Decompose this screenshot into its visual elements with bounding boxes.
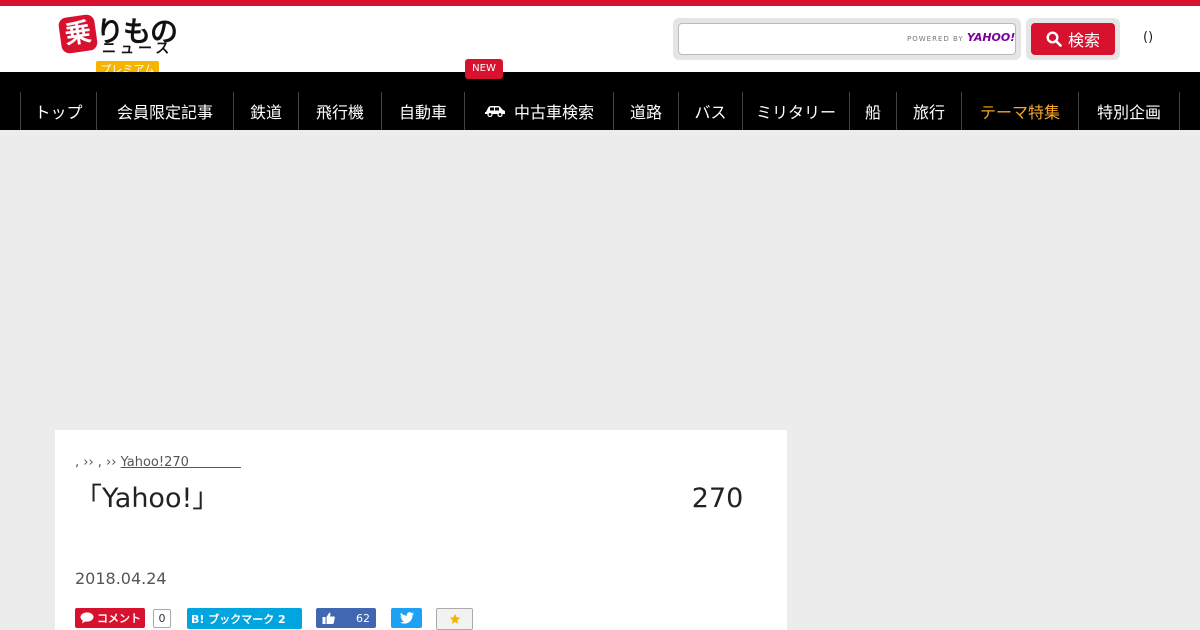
twitter-bird-icon xyxy=(399,612,414,624)
nav-item-themes[interactable]: テーマ特集 xyxy=(962,92,1079,130)
login-link[interactable]: () xyxy=(1143,30,1153,45)
car-icon xyxy=(484,106,505,117)
tweet-button[interactable] xyxy=(391,608,422,628)
thumbs-up-icon xyxy=(322,612,335,624)
comment-count: 0 xyxy=(153,609,171,628)
nav-item-label: 鉄道 xyxy=(249,103,282,122)
speech-bubble-icon xyxy=(80,612,94,624)
nav-item-label: トップ xyxy=(34,103,83,122)
like-count: 62 xyxy=(356,611,370,625)
nav-item-military[interactable]: ミリタリー xyxy=(743,92,850,130)
facebook-like-button[interactable]: 62 xyxy=(316,608,376,628)
powered-by-yahoo: POWERED BY YAHOO! xyxy=(907,31,1015,44)
new-badge: NEW xyxy=(465,59,503,79)
nav-item-label: ミリタリー xyxy=(755,103,836,122)
nav-item-label: 自動車 xyxy=(398,103,447,122)
yahoo-logo-text: YAHOO! xyxy=(966,31,1016,44)
nav-item-car[interactable]: 自動車 xyxy=(382,92,465,130)
comment-label: コメント xyxy=(97,612,141,625)
nav-item-travel[interactable]: 旅行 xyxy=(897,92,962,130)
nav-item-label: テーマ特集 xyxy=(979,103,1060,122)
article-card: , ›› , ›› Yahoo!270 「Yahoo!」 270 2018.04… xyxy=(55,430,787,630)
nav-item-label: 旅行 xyxy=(912,103,945,122)
nav-item-members[interactable]: 会員限定記事 xyxy=(97,92,234,130)
search-icon xyxy=(1046,31,1062,47)
logo-sub-text: ニュース xyxy=(102,41,174,57)
search-button-label: 検索 xyxy=(1067,31,1100,50)
breadcrumb-link[interactable]: Yahoo!270 xyxy=(121,455,241,470)
nav-item-label: 飛行機 xyxy=(315,103,364,122)
site-logo[interactable]: 乗 りもの ニュース xyxy=(57,10,188,66)
nav-item-top[interactable]: トップ xyxy=(20,92,97,130)
hatena-bookmark-button[interactable]: B! ブックマーク 2 xyxy=(187,608,302,629)
search-button[interactable]: 検索 xyxy=(1031,23,1115,55)
article-date: 2018.04.24 xyxy=(75,569,167,588)
logo-mark: 乗 xyxy=(57,13,99,55)
nav-item-label: 特別企画 xyxy=(1096,103,1161,122)
star-icon xyxy=(449,613,460,624)
hatena-bookmark-label: B! ブックマーク 2 xyxy=(191,612,286,626)
breadcrumb: , ›› , ›› Yahoo!270 xyxy=(75,451,241,470)
search-button-frame: 検索 xyxy=(1026,18,1120,60)
nav-item-road[interactable]: 道路 xyxy=(614,92,679,130)
nav-item-railway[interactable]: 鉄道 xyxy=(234,92,299,130)
nav-item-label: 中古車検索 xyxy=(513,103,594,122)
main-nav: トップ 会員限定記事 鉄道 飛行機 自動車 中古車検索 道路 バス ミリタリー … xyxy=(0,72,1200,130)
nav-item-aircraft[interactable]: 飛行機 xyxy=(299,92,382,130)
comment-button[interactable]: コメント xyxy=(75,608,145,628)
nav-item-label: バス xyxy=(694,103,727,122)
nav-item-special[interactable]: 特別企画 xyxy=(1079,92,1180,130)
powered-by-label: POWERED BY xyxy=(907,35,964,43)
article-title: 「Yahoo!」 270 xyxy=(75,483,1149,514)
nav-item-bus[interactable]: バス xyxy=(679,92,743,130)
favorite-button[interactable] xyxy=(436,608,473,630)
nav-item-used-car[interactable]: 中古車検索 xyxy=(465,92,614,130)
breadcrumb-prefix: , ›› , ›› xyxy=(75,455,117,470)
nav-item-ship[interactable]: 船 xyxy=(850,92,897,130)
nav-item-label: 船 xyxy=(864,103,881,122)
nav-item-label: 道路 xyxy=(629,103,662,122)
nav-item-label: 会員限定記事 xyxy=(116,103,213,122)
